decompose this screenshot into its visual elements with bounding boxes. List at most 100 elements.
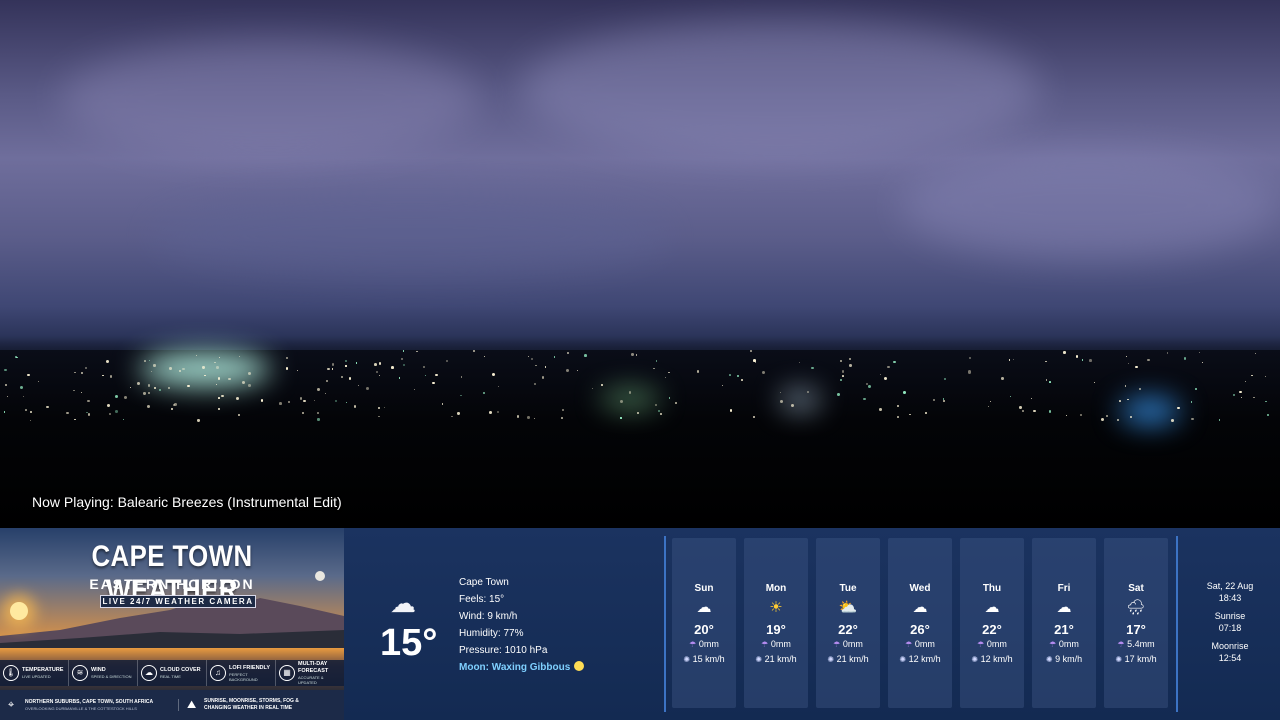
wind-value: 12 km/h xyxy=(908,654,941,664)
city-light xyxy=(1135,366,1138,369)
city-light xyxy=(741,379,743,381)
city-light xyxy=(527,356,529,358)
city-light xyxy=(365,386,369,390)
city-light xyxy=(101,374,104,377)
brand-banner: CAPE TOWN WEATHER EASTERN HORIZON LIVE 2… xyxy=(0,528,344,720)
rain-value: 0mm xyxy=(1058,639,1079,649)
city-light xyxy=(560,416,563,419)
city-light xyxy=(416,351,418,353)
rain-cloud-icon: 🌧 xyxy=(1126,599,1146,616)
city-light xyxy=(779,392,781,394)
day-name: Thu xyxy=(982,583,1002,594)
city-light xyxy=(988,405,990,407)
city-light xyxy=(123,396,127,400)
feature-sub: LIVE UPDATED xyxy=(22,674,51,679)
city-light xyxy=(893,360,896,364)
city-light xyxy=(218,408,220,410)
city-light xyxy=(325,379,329,382)
city-light xyxy=(23,395,25,397)
city-light xyxy=(544,366,547,368)
day-wind: ✺ 17 km/h xyxy=(1104,654,1168,664)
city-light xyxy=(143,392,146,395)
city-light xyxy=(1125,355,1127,357)
city-light xyxy=(729,409,733,413)
city-light xyxy=(658,409,661,413)
city-light xyxy=(806,391,809,394)
city-light xyxy=(848,358,851,361)
city-light xyxy=(1202,362,1204,364)
city-light xyxy=(137,382,140,386)
day-rain: ☂ 0mm xyxy=(1032,639,1096,649)
forecast-day: Wed ☁ 26° ☂ 0mm ✺ 12 km/h xyxy=(888,538,952,708)
city-light xyxy=(25,409,27,411)
city-light xyxy=(1191,417,1194,421)
city-light xyxy=(933,399,936,402)
rain-value: 5.4mm xyxy=(1127,639,1155,649)
city-light xyxy=(238,355,240,357)
city-light xyxy=(566,369,570,373)
city-light xyxy=(87,399,90,402)
description-line-1: SUNRISE, MOONRISE, STORMS, FOG & xyxy=(204,698,299,704)
day-wind: ✺ 9 km/h xyxy=(1032,654,1096,664)
city-light xyxy=(811,366,814,370)
city-light xyxy=(631,353,634,356)
city-light xyxy=(887,365,890,369)
city-light xyxy=(150,370,152,372)
day-wind: ✺ 15 km/h xyxy=(672,654,736,664)
city-light xyxy=(535,364,538,367)
city-light xyxy=(728,374,731,376)
city-light xyxy=(19,385,24,389)
city-light xyxy=(530,357,533,360)
wind-value: 9 km/h xyxy=(1055,654,1083,664)
feature-sub: ACCURATE & UPDATED xyxy=(298,675,324,685)
location-pin-icon: ⌖ xyxy=(8,698,15,711)
rain-value: 0mm xyxy=(698,639,719,649)
city-light xyxy=(1001,377,1005,381)
city-light xyxy=(1008,359,1011,361)
city-light xyxy=(849,364,852,368)
forecast-day: Mon ☀ 19° ☂ 0mm ✺ 21 km/h xyxy=(744,538,808,708)
cloud-icon: ☁ xyxy=(912,599,928,616)
feature-title: TEMPERATURE xyxy=(22,667,64,673)
city-light xyxy=(248,383,252,387)
city-light xyxy=(567,352,570,355)
city-light xyxy=(779,399,783,403)
city-light xyxy=(1094,382,1096,384)
city-light xyxy=(1177,406,1180,410)
city-light xyxy=(4,368,7,372)
calendar-icon: ▦ xyxy=(279,665,295,681)
city-light xyxy=(197,419,200,422)
city-light xyxy=(943,377,947,381)
city-light xyxy=(472,350,475,353)
city-light xyxy=(1183,356,1187,360)
city-light xyxy=(878,408,882,412)
city-light xyxy=(1018,406,1022,409)
city-light xyxy=(27,373,30,377)
day-rain: ☂ 0mm xyxy=(744,639,808,649)
city-light xyxy=(1265,400,1267,403)
city-light xyxy=(327,367,330,371)
feature-sub: SPEED & DIRECTION xyxy=(91,674,132,679)
wind-icon: ✺ xyxy=(899,655,907,664)
rain-icon: ☂ xyxy=(977,640,985,649)
city-light xyxy=(238,414,240,416)
city-light xyxy=(260,399,264,402)
city-light xyxy=(1032,409,1036,413)
city-light xyxy=(721,384,723,386)
city-light xyxy=(1124,385,1127,387)
city-light xyxy=(1255,352,1257,354)
sunrise-time: 07:18 xyxy=(1218,623,1242,633)
city-light xyxy=(80,371,83,375)
city-light xyxy=(300,397,303,400)
city-light xyxy=(635,353,638,356)
city-light xyxy=(460,394,462,397)
city-light xyxy=(375,371,378,374)
city-light xyxy=(285,367,289,370)
city-light xyxy=(106,360,110,364)
city-light xyxy=(1190,401,1193,403)
wind-value: 17 km/h xyxy=(1124,654,1157,664)
city-light xyxy=(1081,359,1084,361)
now-playing-text: Now Playing: Balearic Breezes (Instrumen… xyxy=(32,494,342,510)
wind-value: 12 km/h xyxy=(980,654,1013,664)
city-light xyxy=(345,365,347,367)
